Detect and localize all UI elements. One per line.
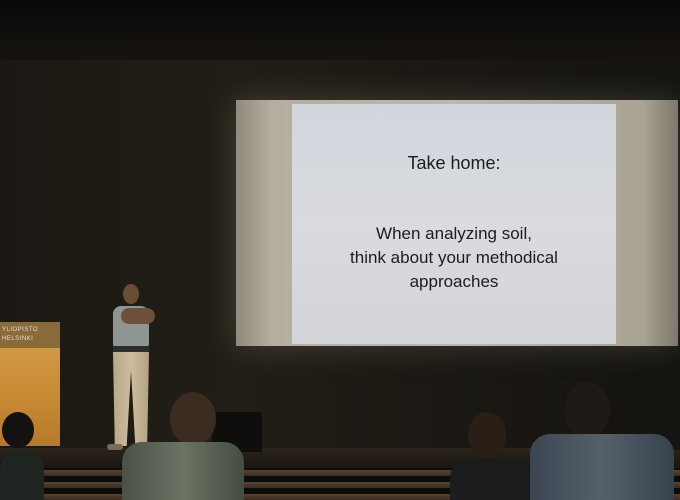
audience-member (118, 390, 246, 500)
ceiling (0, 0, 680, 60)
audience-head (2, 412, 34, 448)
lectern-sign-line: HELSINKI (2, 336, 34, 342)
audience-member (0, 410, 48, 500)
speaker-belt (113, 346, 149, 352)
lectern-sign-line: YLIOPISTO (2, 327, 39, 333)
audience-member (448, 410, 534, 500)
presentation-slide: Take home: When analyzing soil, think ab… (292, 104, 616, 344)
speaker-arms (121, 308, 155, 324)
audience-head (564, 382, 610, 438)
slide-title: Take home: (407, 153, 501, 173)
audience-body (0, 450, 44, 500)
auditorium-scene: Take home: When analyzing soil, think ab… (0, 0, 680, 500)
audience-member (526, 380, 676, 500)
audience-head (468, 412, 506, 458)
slide-body-line: approaches (409, 272, 499, 291)
slide-body: When analyzing soil, think about your me… (292, 222, 616, 294)
slide-body-line: When analyzing soil, (376, 224, 532, 243)
slide-body-line: think about your methodical (350, 248, 558, 267)
audience-body (122, 442, 244, 500)
audience-body (530, 434, 674, 500)
audience-body (450, 458, 532, 500)
audience-head (170, 392, 216, 446)
lectern-sign: YLIOPISTO HELSINKI (2, 326, 58, 346)
speaker-head (123, 284, 139, 304)
